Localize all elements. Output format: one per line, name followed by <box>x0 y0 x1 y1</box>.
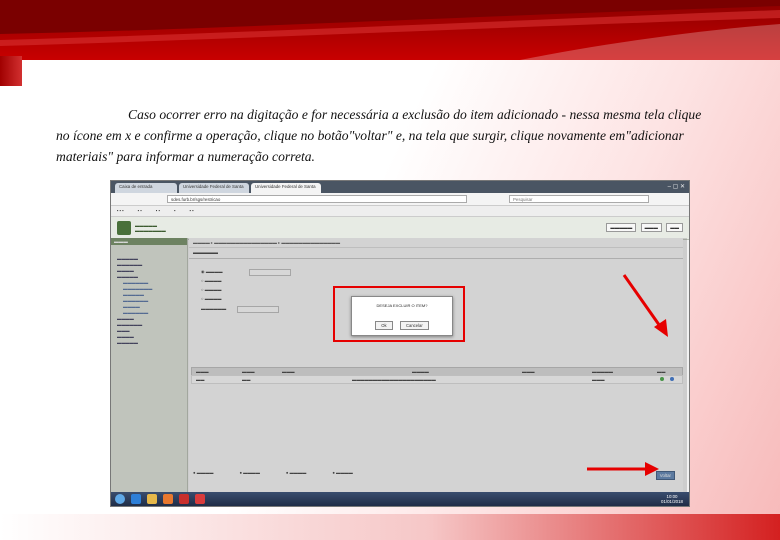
red-arrow-right-icon <box>587 462 659 476</box>
browser-tab-3[interactable]: Universidade Federal de Santa <box>251 183 321 193</box>
caption-line-1: Caso ocorrer erro na digitação e for nec… <box>128 107 702 122</box>
embedded-screenshot: Caixa de entrada Universidade Federal de… <box>110 180 690 507</box>
caption-line-3: materiais" para informar a numeração cor… <box>56 149 315 164</box>
ie-icon[interactable] <box>131 494 141 504</box>
header-buttons: ▬▬▬▬▬ ▬▬▬ ▬▬ <box>603 223 683 232</box>
windows-taskbar: 10:00 01/01/2018 <box>111 492 689 506</box>
browser-tab-1[interactable]: Caixa de entrada <box>115 183 177 193</box>
bookmarks-bar: ▪ ▪ ▪ ▪ ▪ ▪ ▪ ▪ ▪ ▪ <box>111 206 689 217</box>
start-button-icon[interactable] <box>115 494 125 504</box>
app-icon[interactable] <box>179 494 189 504</box>
pdf-icon[interactable] <box>195 494 205 504</box>
university-logo-text: ▬▬▬▬▬ ▬▬▬▬▬▬▬ <box>135 223 166 233</box>
caption-line-2: no ícone em x e confirme a operação, cli… <box>56 128 684 143</box>
banner-swoosh <box>0 0 780 60</box>
dialog-highlight-box <box>333 286 465 342</box>
left-accent-strip <box>0 56 22 86</box>
address-input[interactable]: sdes.furb.br/sgs/restricao <box>167 195 467 203</box>
window-controls-icon[interactable]: – ▢ ✕ <box>668 183 685 190</box>
taskbar-clock: 10:00 01/01/2018 <box>661 494 683 504</box>
browser-tab-bar: Caixa de entrada Universidade Federal de… <box>111 181 689 193</box>
browser-tab-2[interactable]: Universidade Federal de Santa <box>179 183 249 193</box>
modal-overlay <box>111 238 687 493</box>
university-logo-icon <box>117 221 131 235</box>
address-bar-row: sdes.furb.br/sgs/restricao Pesquisar <box>111 193 689 206</box>
app-header: ▬▬▬▬▬ ▬▬▬▬▬▬▬ ▬▬▬▬▬ ▬▬▬ ▬▬ <box>111 217 689 240</box>
header-button-3[interactable]: ▬▬ <box>666 223 683 232</box>
red-arrow-down-icon <box>622 274 668 337</box>
browser-search-input[interactable]: Pesquisar <box>509 195 649 203</box>
bottom-banner <box>0 514 780 540</box>
instruction-caption: Caso ocorrer erro na digitação e for nec… <box>56 104 746 167</box>
firefox-icon[interactable] <box>163 494 173 504</box>
header-button-1[interactable]: ▬▬▬▬▬ <box>606 223 637 232</box>
header-button-2[interactable]: ▬▬▬ <box>640 223 662 232</box>
folder-icon[interactable] <box>147 494 157 504</box>
